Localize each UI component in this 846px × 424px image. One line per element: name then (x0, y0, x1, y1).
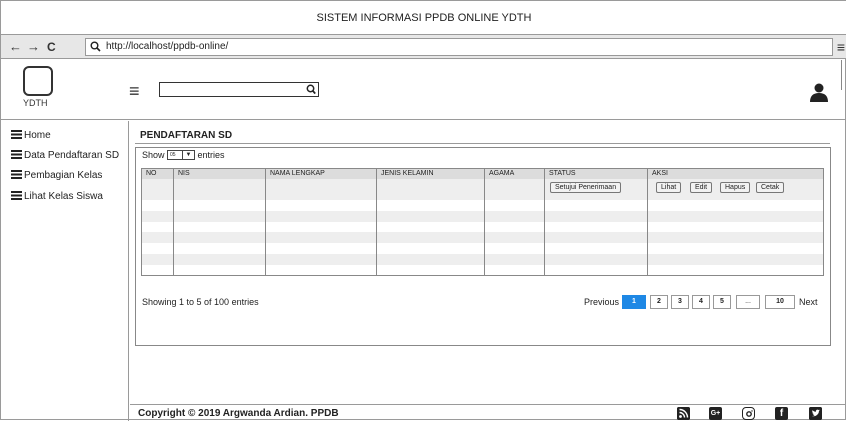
window-title: SISTEM INFORMASI PPDB ONLINE YDTH (1, 1, 846, 35)
sidebar-item-lihat-kelas[interactable]: Lihat Kelas Siswa (11, 191, 103, 203)
pagination: Previous 1 2 3 4 5 ... 10 Next (136, 295, 832, 309)
sidebar-item-label: Home (24, 130, 51, 141)
column-header[interactable]: AKSI (647, 168, 824, 179)
next-page-link[interactable]: Next (799, 296, 818, 308)
instagram-icon[interactable] (742, 407, 755, 420)
page-title: PENDAFTARAN SD (140, 130, 233, 141)
edit-button[interactable]: Edit (690, 182, 713, 193)
hamburger-menu-icon[interactable]: ≡ (129, 82, 140, 100)
divider (135, 143, 830, 144)
user-icon[interactable] (809, 82, 829, 102)
previous-page-link[interactable]: Previous (584, 296, 619, 308)
entries-label: entries (197, 150, 225, 160)
page-link-3[interactable]: 3 (671, 295, 689, 309)
approve-button[interactable]: Setujui Penerimaan (550, 182, 622, 193)
column-header[interactable]: NO (141, 168, 174, 179)
list-icon (11, 191, 22, 200)
sidebar: Home Data Pendaftaran SD Pembagian Kelas… (1, 121, 129, 421)
back-arrow-icon[interactable]: ← (9, 39, 22, 55)
sidebar-item-label: Pembagian Kelas (24, 170, 103, 181)
sidebar-item-label: Data Pendaftaran SD (24, 150, 120, 161)
sidebar-item-label: Lihat Kelas Siswa (24, 191, 103, 202)
entries-value: 05 (170, 152, 176, 158)
copyright-text: Copyright © 2019 Argwanda Ardian. PPDB (138, 408, 339, 419)
chevron-down-icon: ▼ (182, 151, 194, 159)
entries-select[interactable]: 05 ▼ (167, 150, 196, 160)
sidebar-item-pembagian-kelas[interactable]: Pembagian Kelas (11, 170, 102, 182)
address-bar: ← → C http://localhost/ppdb-online/ ≡ (1, 35, 846, 59)
scrollbar[interactable] (841, 60, 846, 90)
logo-text: YDTH (23, 98, 48, 108)
rss-icon[interactable] (677, 407, 690, 420)
search-icon[interactable] (306, 84, 316, 95)
sidebar-item-home[interactable]: Home (11, 130, 51, 142)
table-row (141, 210, 824, 222)
sidebar-item-data-pendaftaran[interactable]: Data Pendaftaran SD (11, 150, 119, 162)
browser-window: SISTEM INFORMASI PPDB ONLINE YDTH ← → C … (0, 0, 846, 421)
table-row (141, 221, 824, 233)
url-text: http://localhost/ppdb-online/ (106, 41, 229, 52)
table-row (141, 200, 824, 211)
table-panel: Show 05 ▼ entries NO NIS NAMA LENGKAP JE… (135, 147, 831, 346)
search-icon (90, 41, 101, 52)
google-plus-icon[interactable]: G+ (709, 407, 722, 420)
show-label: Show (142, 150, 165, 160)
site-search-input[interactable] (159, 82, 319, 97)
view-button[interactable]: Lihat (656, 182, 682, 193)
site-footer: Copyright © 2019 Argwanda Ardian. PPDB G… (130, 404, 846, 421)
column-header[interactable]: AGAMA (484, 168, 545, 179)
page-link-4[interactable]: 4 (692, 295, 710, 309)
column-header[interactable]: STATUS (544, 168, 648, 179)
forward-arrow-icon[interactable]: → (27, 39, 40, 55)
main-content: PENDAFTARAN SD Show 05 ▼ entries NO NIS (130, 121, 846, 421)
browser-menu-icon[interactable]: ≡ (837, 40, 845, 54)
url-field[interactable]: http://localhost/ppdb-online/ (85, 38, 833, 56)
list-icon (11, 130, 22, 139)
facebook-icon[interactable]: f (775, 407, 788, 420)
twitter-icon[interactable] (809, 407, 822, 420)
delete-button[interactable]: Hapus (720, 182, 751, 193)
column-header[interactable]: NIS (173, 168, 266, 179)
entries-control: Show 05 ▼ entries (142, 150, 225, 161)
page-ellipsis: ... (736, 295, 760, 309)
page-link-2[interactable]: 2 (650, 295, 668, 309)
list-icon (11, 150, 22, 159)
web-page: YDTH ≡ Home Data Pendaftaran SD Pembagia… (1, 60, 846, 421)
page-link-5[interactable]: 5 (713, 295, 731, 309)
table-header-row: NO NIS NAMA LENGKAP JENIS KELAMIN AGAMA … (141, 168, 824, 179)
page-link-1[interactable]: 1 (622, 295, 646, 309)
site-header: YDTH ≡ (1, 60, 846, 120)
logo[interactable] (23, 66, 53, 96)
column-header[interactable]: NAMA LENGKAP (265, 168, 377, 179)
table-row (141, 254, 824, 265)
table-row (141, 243, 824, 255)
column-header[interactable]: JENIS KELAMIN (376, 168, 485, 179)
page-link-10[interactable]: 10 (765, 295, 795, 309)
table-row (141, 232, 824, 244)
print-button[interactable]: Cetak (756, 182, 785, 193)
table-row (141, 264, 824, 277)
reload-icon[interactable]: C (47, 39, 56, 55)
list-icon (11, 170, 22, 179)
